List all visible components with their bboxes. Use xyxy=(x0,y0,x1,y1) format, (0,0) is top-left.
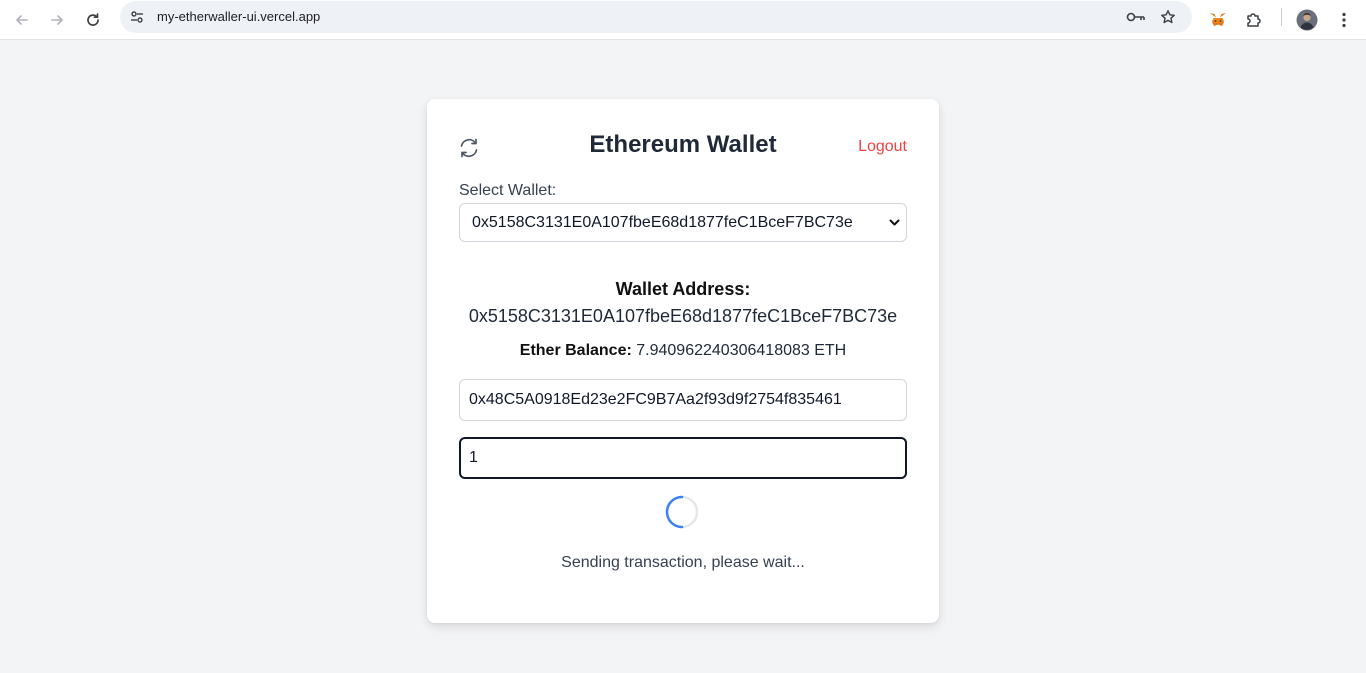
metamask-extension-button[interactable] xyxy=(1202,4,1234,36)
wallet-address-label: Wallet Address: xyxy=(615,279,751,299)
ether-balance-label: Ether Balance: xyxy=(519,342,632,359)
browser-toolbar: my-etherwaller-ui.vercel.app xyxy=(0,0,1366,40)
forward-icon xyxy=(51,15,63,25)
profile-button[interactable] xyxy=(1291,4,1323,36)
back-icon xyxy=(16,15,28,25)
status-message: Sending transaction, please wait... xyxy=(561,554,805,571)
metamask-fox-icon xyxy=(1210,13,1226,26)
password-key-button[interactable] xyxy=(1120,1,1152,33)
wallet-card: Ethereum Wallet Logout Select Wallet: 0x… xyxy=(427,99,939,623)
site-settings-button[interactable] xyxy=(121,1,153,33)
more-menu-icon xyxy=(1342,12,1346,28)
toolbar-divider xyxy=(1281,8,1282,26)
browser-menu-button[interactable] xyxy=(1328,4,1360,36)
reload-button[interactable] xyxy=(77,4,109,36)
bookmark-button[interactable] xyxy=(1152,1,1184,33)
chevron-down-icon xyxy=(889,219,900,226)
url-text: my-etherwaller-ui.vercel.app xyxy=(157,9,321,24)
recipient-address-value: 0x48C5A0918Ed23e2FC9B7Aa2f93d9f2754f8354… xyxy=(469,391,842,408)
amount-input[interactable]: 1 xyxy=(459,437,907,479)
wallet-select[interactable]: 0x5158C3131E0A107fbeE68d1877feC1BceF7BC7… xyxy=(459,203,907,242)
recipient-address-input[interactable]: 0x48C5A0918Ed23e2FC9B7Aa2f93d9f2754f8354… xyxy=(459,379,907,421)
ether-balance-value: 7.940962240306418083 ETH xyxy=(636,342,847,359)
selected-wallet-value: 0x5158C3131E0A107fbeE68d1877feC1BceF7BC7… xyxy=(472,213,853,231)
forward-button[interactable] xyxy=(41,4,73,36)
extensions-button[interactable] xyxy=(1238,4,1270,36)
loading-spinner-icon xyxy=(665,495,699,529)
reload-icon xyxy=(87,13,99,26)
back-button[interactable] xyxy=(6,4,38,36)
profile-avatar xyxy=(1296,9,1318,31)
site-settings-icon xyxy=(131,11,143,23)
amount-value: 1 xyxy=(469,449,478,466)
password-key-icon xyxy=(1126,12,1145,22)
ether-balance: Ether Balance: 7.940962240306418083 ETH xyxy=(427,342,939,360)
address-bar[interactable]: my-etherwaller-ui.vercel.app xyxy=(120,1,1192,33)
logout-button[interactable]: Logout xyxy=(858,138,907,156)
extensions-puzzle-icon xyxy=(1247,13,1261,27)
bookmark-star-icon xyxy=(1161,10,1175,24)
select-wallet-label: Select Wallet: xyxy=(459,182,557,199)
wallet-address-value: 0x5158C3131E0A107fbeE68d1877feC1BceF7BC7… xyxy=(468,306,898,326)
